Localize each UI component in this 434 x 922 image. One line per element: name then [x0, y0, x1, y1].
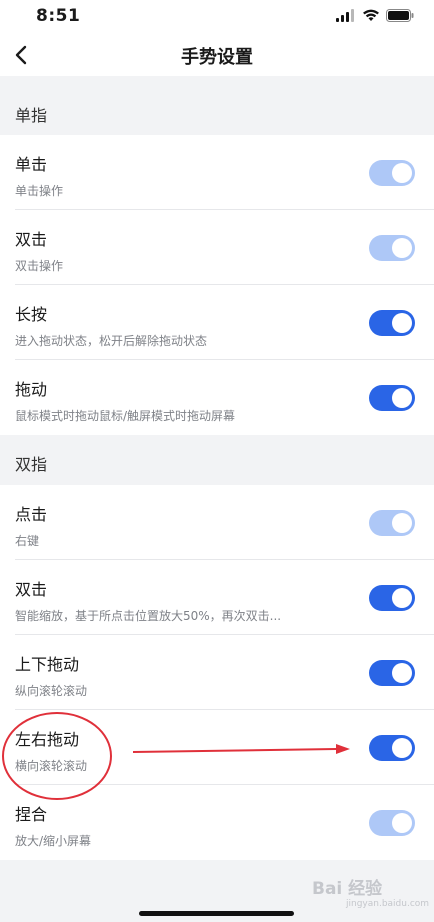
toggle-knob — [392, 813, 412, 833]
watermark: Bai 经验 — [312, 879, 383, 899]
setting-subtitle: 纵向滚轮滚动 — [15, 684, 88, 698]
setting-row-vertical-drag[interactable]: 上下拖动 纵向滚轮滚动 — [0, 635, 434, 710]
watermark-sub: jingyan.baidu.com — [346, 899, 430, 909]
status-bar: 8:51 — [0, 0, 434, 34]
setting-title: 点击 — [15, 505, 48, 524]
toggle-knob — [392, 163, 412, 183]
toggle-knob — [392, 238, 412, 258]
vertical-drag-toggle[interactable] — [369, 660, 415, 686]
setting-title: 捏合 — [15, 805, 48, 824]
setting-row-two-finger-double-tap[interactable]: 双击 智能缩放，基于所点击位置放大50%，再次双击... — [0, 560, 434, 635]
section-header-single-finger: 单指 — [15, 106, 48, 125]
horizontal-drag-toggle[interactable] — [369, 735, 415, 761]
toggle-knob — [392, 588, 412, 608]
setting-subtitle: 智能缩放，基于所点击位置放大50%，再次双击... — [15, 609, 282, 623]
annotation-circle — [2, 712, 112, 800]
setting-subtitle: 右键 — [15, 534, 40, 548]
pinch-toggle[interactable] — [369, 810, 415, 836]
drag-toggle[interactable] — [369, 385, 415, 411]
setting-subtitle: 双击操作 — [15, 259, 64, 273]
two-finger-group: 点击 右键 双击 智能缩放，基于所点击位置放大50%，再次双击... 上下拖动 … — [0, 485, 434, 860]
setting-subtitle: 鼠标模式时拖动鼠标/触屏模式时拖动屏幕 — [15, 409, 236, 423]
toggle-knob — [392, 738, 412, 758]
setting-subtitle: 进入拖动状态，松开后解除拖动状态 — [15, 334, 208, 348]
setting-subtitle: 放大/缩小屏幕 — [15, 834, 92, 848]
status-time: 8:51 — [36, 6, 81, 26]
wifi-icon — [363, 9, 379, 21]
setting-row-single-tap[interactable]: 单击 单击操作 — [0, 135, 434, 210]
setting-row-two-finger-tap[interactable]: 点击 右键 — [0, 485, 434, 560]
setting-row-drag[interactable]: 拖动 鼠标模式时拖动鼠标/触屏模式时拖动屏幕 — [0, 360, 434, 435]
toggle-knob — [392, 313, 412, 333]
long-press-toggle[interactable] — [369, 310, 415, 336]
two-finger-tap-toggle[interactable] — [369, 510, 415, 536]
status-icons — [336, 9, 414, 22]
battery-icon — [386, 9, 414, 22]
single-tap-toggle[interactable] — [369, 160, 415, 186]
setting-title: 双击 — [15, 230, 48, 249]
setting-title: 长按 — [15, 305, 48, 324]
setting-title: 拖动 — [15, 380, 48, 399]
section-header-two-finger: 双指 — [15, 455, 48, 474]
setting-title: 上下拖动 — [15, 655, 80, 674]
toggle-knob — [392, 663, 412, 683]
toggle-knob — [392, 388, 412, 408]
two-finger-double-tap-toggle[interactable] — [369, 585, 415, 611]
setting-row-double-tap[interactable]: 双击 双击操作 — [0, 210, 434, 285]
signal-icon — [336, 9, 354, 22]
setting-title: 单击 — [15, 155, 48, 174]
double-tap-toggle[interactable] — [369, 235, 415, 261]
page-title: 手势设置 — [181, 47, 253, 68]
navigation-bar: 手势设置 — [0, 34, 434, 76]
home-indicator[interactable] — [139, 911, 294, 916]
setting-subtitle: 单击操作 — [15, 184, 64, 198]
setting-title: 双击 — [15, 580, 48, 599]
annotation-arrow-icon — [132, 744, 350, 754]
toggle-knob — [392, 513, 412, 533]
single-finger-group: 单击 单击操作 双击 双击操作 长按 进入拖动状态，松开后解除拖动状态 拖动 鼠… — [0, 135, 434, 435]
setting-row-long-press[interactable]: 长按 进入拖动状态，松开后解除拖动状态 — [0, 285, 434, 360]
